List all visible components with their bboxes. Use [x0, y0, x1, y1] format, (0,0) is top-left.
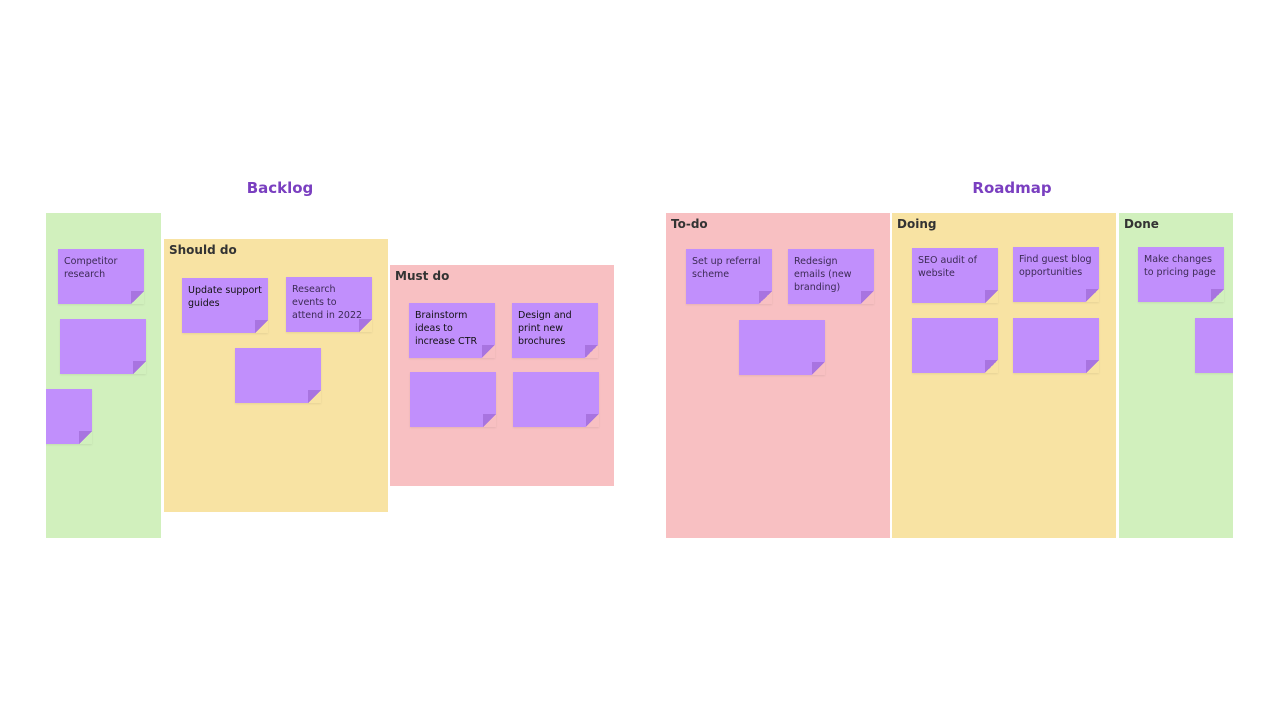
sticky-note[interactable]: Design and print new brochures — [512, 303, 598, 358]
frame-label: Done — [1124, 217, 1159, 231]
note-fold-icon — [79, 431, 92, 444]
sticky-note-text: SEO audit of website — [918, 255, 977, 279]
frame-label: To-do — [671, 217, 708, 231]
sticky-note[interactable] — [513, 372, 599, 427]
note-fold-icon — [759, 291, 772, 304]
sticky-note[interactable] — [235, 348, 321, 403]
note-fold-icon — [255, 320, 268, 333]
frame-done[interactable]: Done Make changes to pricing page — [1119, 213, 1233, 538]
note-fold-icon — [359, 319, 372, 332]
note-fold-icon — [1211, 289, 1224, 302]
frame-label: Should do — [169, 243, 237, 257]
note-fold-icon — [585, 345, 598, 358]
sticky-note[interactable] — [739, 320, 825, 375]
frame-ideas[interactable]: Competitor research — [46, 213, 161, 538]
sticky-note-text: Brainstorm ideas to increase CTR — [415, 310, 478, 347]
sticky-note-text: Make changes to pricing page — [1144, 254, 1216, 278]
backlog-title: Backlog — [246, 179, 314, 197]
note-fold-icon — [812, 362, 825, 375]
frame-must-do[interactable]: Must do Brainstorm ideas to increase CTR… — [390, 265, 614, 486]
sticky-note-text: Research events to attend in 2022 — [292, 284, 363, 321]
note-fold-icon — [861, 291, 874, 304]
sticky-note-text: Update support guides — [188, 285, 262, 309]
sticky-note[interactable]: Competitor research — [58, 249, 144, 304]
sticky-note[interactable]: Research events to attend in 2022 — [286, 277, 372, 332]
note-fold-icon — [483, 414, 496, 427]
note-fold-icon — [586, 414, 599, 427]
sticky-note-text: Find guest blog opportunities — [1019, 254, 1092, 278]
frame-todo[interactable]: To-do Set up referral scheme Redesign em… — [666, 213, 890, 538]
note-fold-icon — [308, 390, 321, 403]
roadmap-title: Roadmap — [972, 179, 1052, 197]
frame-should-do[interactable]: Should do Update support guides Research… — [164, 239, 388, 512]
sticky-note[interactable]: Update support guides — [182, 278, 268, 333]
sticky-note-text: Competitor research — [64, 256, 118, 280]
sticky-note[interactable] — [1013, 318, 1099, 373]
sticky-note[interactable] — [1195, 318, 1233, 373]
note-fold-icon — [482, 345, 495, 358]
sticky-note-text: Redesign emails (new branding) — [794, 256, 852, 293]
frame-doing[interactable]: Doing SEO audit of website Find guest bl… — [892, 213, 1116, 538]
sticky-note[interactable]: SEO audit of website — [912, 248, 998, 303]
sticky-note[interactable]: Brainstorm ideas to increase CTR — [409, 303, 495, 358]
sticky-note[interactable]: Find guest blog opportunities — [1013, 247, 1099, 302]
sticky-note[interactable] — [410, 372, 496, 427]
sticky-note[interactable]: Redesign emails (new branding) — [788, 249, 874, 304]
note-fold-icon — [133, 361, 146, 374]
sticky-note[interactable]: Make changes to pricing page — [1138, 247, 1224, 302]
sticky-note[interactable] — [912, 318, 998, 373]
note-fold-icon — [985, 290, 998, 303]
sticky-note[interactable]: Set up referral scheme — [686, 249, 772, 304]
sticky-note[interactable] — [60, 319, 146, 374]
note-fold-icon — [985, 360, 998, 373]
sticky-note-text: Set up referral scheme — [692, 256, 761, 280]
frame-label: Must do — [395, 269, 450, 283]
note-fold-icon — [1086, 289, 1099, 302]
sticky-note-text: Design and print new brochures — [518, 310, 572, 347]
note-fold-icon — [131, 291, 144, 304]
sticky-note[interactable] — [46, 389, 92, 444]
note-fold-icon — [1086, 360, 1099, 373]
frame-label: Doing — [897, 217, 937, 231]
